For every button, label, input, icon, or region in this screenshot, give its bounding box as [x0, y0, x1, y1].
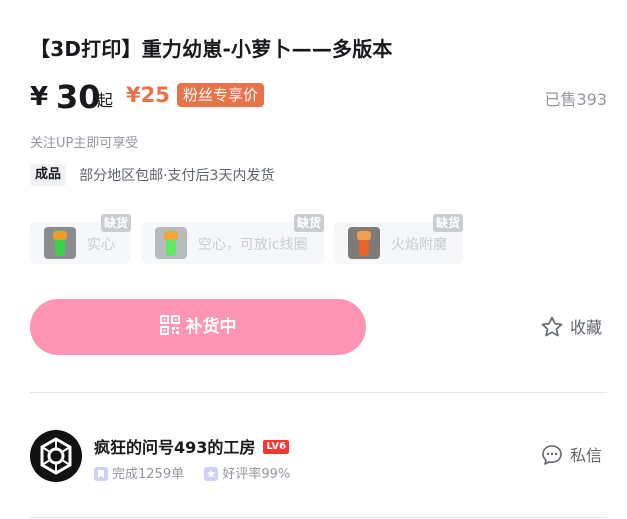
- finished-product-tag: 成品: [30, 164, 67, 186]
- shop-stats: 完成1259单 好评率99%: [94, 463, 290, 482]
- shipping-info: 部分地区包邮·支付后3天内发货: [79, 168, 275, 184]
- bookmark-icon: [94, 466, 108, 481]
- completed-orders: 完成1259单: [112, 467, 185, 482]
- shop-avatar[interactable]: [30, 430, 82, 482]
- out-of-stock-badge: 缺货: [293, 214, 324, 232]
- out-of-stock-badge: 缺货: [432, 214, 463, 232]
- price-suffix: 起: [97, 91, 114, 110]
- restock-label: 补货中: [185, 317, 237, 337]
- product-title: 【3D打印】重力幼崽-小萝卜——多版本: [30, 37, 393, 61]
- message-button[interactable]: 私信: [540, 442, 602, 467]
- fan-price-badge: 粉丝专享价: [177, 83, 265, 107]
- divider: [30, 392, 607, 393]
- variant-thumbnail: [348, 227, 380, 259]
- variant-option-hollow[interactable]: 空心，可放ic线圈 缺货: [141, 214, 324, 264]
- star-icon: [204, 466, 219, 481]
- qr-code-icon: [159, 315, 180, 335]
- variant-option-flame[interactable]: 火焰附魔 缺货: [334, 214, 463, 264]
- variant-label: 空心，可放ic线圈: [198, 237, 308, 253]
- shop-name-text: 疯狂的问号493的工房: [94, 438, 256, 457]
- variant-option-solid[interactable]: 实心 缺货: [30, 214, 131, 264]
- variant-thumbnail: [155, 227, 187, 259]
- variant-label: 实心: [87, 237, 115, 253]
- positive-rating: 好评率99%: [222, 467, 291, 482]
- price-currency: ¥: [30, 82, 49, 112]
- follow-tip: 关注UP主即可享受: [30, 136, 139, 151]
- favorite-button[interactable]: 收藏: [540, 314, 602, 339]
- restock-button[interactable]: 补货中: [30, 299, 366, 355]
- level-badge: LV6: [263, 440, 290, 454]
- shop-name[interactable]: 疯狂的问号493的工房 LV6: [94, 434, 290, 458]
- product-tag-row: 成品 部分地区包邮·支付后3天内发货: [30, 164, 274, 188]
- star-outline-icon: [541, 316, 563, 336]
- sold-count: 已售393: [544, 90, 607, 109]
- hexagon-logo-icon: [40, 437, 72, 475]
- variant-label: 火焰附魔: [391, 237, 447, 253]
- price-row: ¥ 30 起 ¥25 粉丝专享价 已售393: [30, 78, 607, 116]
- out-of-stock-badge: 缺货: [100, 214, 131, 232]
- favorite-label: 收藏: [570, 318, 603, 337]
- divider: [30, 517, 607, 518]
- chat-bubble-icon: [542, 444, 562, 465]
- variant-thumbnail: [44, 227, 76, 259]
- price-value: 30: [56, 78, 101, 116]
- message-label: 私信: [570, 446, 603, 465]
- fan-price: ¥25: [126, 83, 170, 107]
